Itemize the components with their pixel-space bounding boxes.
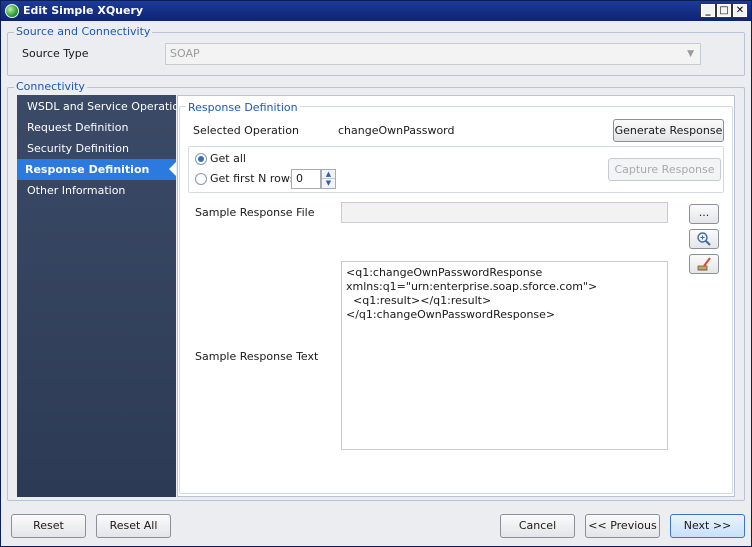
connectivity-legend: Connectivity <box>14 80 87 93</box>
close-button[interactable]: ✕ <box>732 3 748 18</box>
title-bar: Edit Simple XQuery _ □ ✕ <box>1 1 751 21</box>
response-definition-panel: Response Definition Selected Operation c… <box>177 95 735 497</box>
previous-button[interactable]: << Previous <box>585 514 660 538</box>
clear-text-button[interactable] <box>689 254 719 274</box>
rows-count-input[interactable]: 0 <box>291 169 321 189</box>
source-type-select[interactable]: SOAP ▼ <box>165 43 701 65</box>
rows-count-stepper[interactable]: ▲ ▼ <box>321 169 336 189</box>
get-all-label: Get all <box>210 152 246 165</box>
edit-simple-xquery-dialog: Edit Simple XQuery _ □ ✕ Source and Conn… <box>0 0 752 547</box>
ellipsis-icon: ... <box>698 206 710 219</box>
browse-file-button[interactable]: ... <box>689 204 719 224</box>
sample-response-file-label: Sample Response File <box>195 206 315 219</box>
nav-item-request[interactable]: Request Definition <box>17 117 176 138</box>
sample-response-text-label: Sample Response Text <box>195 350 319 363</box>
selected-operation-value: changeOwnPassword <box>338 124 455 137</box>
source-connectivity-legend: Source and Connectivity <box>14 25 153 38</box>
maximize-button[interactable]: □ <box>716 3 732 18</box>
reset-button[interactable]: Reset <box>11 514 86 538</box>
window-title: Edit Simple XQuery <box>23 4 144 17</box>
reset-all-button[interactable]: Reset All <box>96 514 171 538</box>
cancel-button[interactable]: Cancel <box>500 514 575 538</box>
minimize-button[interactable]: _ <box>700 3 716 18</box>
magnifier-icon <box>697 232 711 246</box>
selected-operation-label: Selected Operation <box>193 124 299 137</box>
get-first-n-rows-radio[interactable] <box>195 173 207 185</box>
source-type-label: Source Type <box>22 47 89 60</box>
chevron-down-icon: ▼ <box>687 49 694 59</box>
nav-item-other[interactable]: Other Information <box>17 180 176 201</box>
next-button[interactable]: Next >> <box>670 514 745 538</box>
stepper-down-icon[interactable]: ▼ <box>322 179 335 188</box>
nav-item-response[interactable]: Response Definition <box>17 159 176 180</box>
sample-response-textarea[interactable]: <q1:changeOwnPasswordResponse xmlns:q1="… <box>341 261 668 450</box>
eraser-brush-icon <box>697 257 711 271</box>
zoom-view-button[interactable] <box>689 229 719 249</box>
get-all-radio[interactable] <box>195 153 207 165</box>
nav-item-security[interactable]: Security Definition <box>17 138 176 159</box>
stepper-up-icon[interactable]: ▲ <box>322 170 335 179</box>
sample-response-file-input[interactable] <box>341 202 668 223</box>
response-definition-legend: Response Definition <box>186 101 300 114</box>
nav-item-wsdl[interactable]: WSDL and Service Operation <box>17 96 186 117</box>
dialog-footer: Reset Reset All Cancel << Previous Next … <box>1 504 751 546</box>
get-first-n-rows-label: Get first N rows <box>210 172 296 185</box>
source-type-value: SOAP <box>170 47 200 60</box>
app-globe-icon <box>5 4 19 18</box>
capture-response-button[interactable]: Capture Response <box>608 158 721 181</box>
connectivity-nav: WSDL and Service Operation Request Defin… <box>17 95 186 497</box>
generate-response-button[interactable]: Generate Response <box>613 119 724 142</box>
